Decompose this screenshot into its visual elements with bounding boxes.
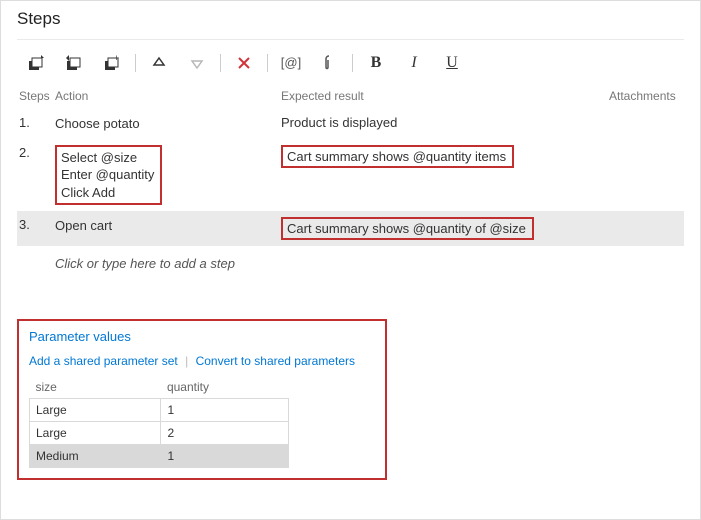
move-up-icon[interactable] [140, 47, 178, 79]
step-action[interactable]: Select @size Enter @quantity Click Add [55, 145, 281, 206]
insert-step-icon[interactable] [17, 47, 55, 79]
section-title: Steps [17, 9, 684, 29]
toolbar-separator [267, 54, 268, 72]
step-number: 3. [19, 217, 55, 232]
insert-parameter-icon[interactable]: [@] [272, 47, 310, 79]
param-cell-size[interactable]: Large [30, 399, 161, 422]
svg-text:+: + [114, 55, 119, 63]
param-cell-size[interactable]: Large [30, 422, 161, 445]
parameter-links: Add a shared parameter set | Convert to … [29, 354, 375, 368]
parameter-values-panel: Parameter values Add a shared parameter … [17, 319, 387, 480]
parameter-values-title: Parameter values [29, 329, 375, 344]
param-cell-size[interactable]: Medium [30, 445, 161, 468]
param-cell-quantity[interactable]: 1 [161, 445, 289, 468]
steps-toolbar: + [@] B I U [17, 39, 684, 79]
param-cell-quantity[interactable]: 1 [161, 399, 289, 422]
col-header-action: Action [55, 89, 281, 103]
param-col-size[interactable]: size [30, 376, 161, 399]
param-row[interactable]: Large 1 [30, 399, 289, 422]
col-header-steps: Steps [19, 89, 55, 103]
col-header-expected: Expected result [281, 89, 609, 103]
highlight-box: Cart summary shows @quantity of @size [281, 217, 534, 240]
step-action[interactable]: Open cart [55, 217, 281, 235]
col-header-attachments: Attachments [609, 89, 684, 103]
insert-shared-step-icon[interactable]: + [93, 47, 131, 79]
link-separator: | [185, 354, 188, 368]
step-action[interactable]: Choose potato [55, 115, 281, 133]
step-expected[interactable]: Cart summary shows @quantity of @size [281, 217, 609, 240]
insert-step-before-icon[interactable] [55, 47, 93, 79]
step-expected[interactable]: Product is displayed [281, 115, 609, 130]
bold-icon[interactable]: B [357, 47, 395, 79]
param-row[interactable]: Large 2 [30, 422, 289, 445]
step-row[interactable]: 3. Open cart Cart summary shows @quantit… [17, 211, 684, 246]
toolbar-separator [220, 54, 221, 72]
highlight-box: Select @size Enter @quantity Click Add [55, 145, 162, 206]
add-step-placeholder[interactable]: Click or type here to add a step [17, 246, 684, 271]
step-row[interactable]: 2. Select @size Enter @quantity Click Ad… [17, 139, 684, 212]
toolbar-separator [135, 54, 136, 72]
param-row[interactable]: Medium 1 [30, 445, 289, 468]
param-cell-quantity[interactable]: 2 [161, 422, 289, 445]
add-shared-param-link[interactable]: Add a shared parameter set [29, 354, 178, 368]
toolbar-separator [352, 54, 353, 72]
step-number: 2. [19, 145, 55, 160]
steps-grid-header: Steps Action Expected result Attachments [17, 79, 684, 109]
highlight-box: Cart summary shows @quantity items [281, 145, 514, 168]
param-col-quantity[interactable]: quantity [161, 376, 289, 399]
move-down-icon [178, 47, 216, 79]
step-number: 1. [19, 115, 55, 130]
italic-icon[interactable]: I [395, 47, 433, 79]
step-row[interactable]: 1. Choose potato Product is displayed [17, 109, 684, 139]
attach-icon[interactable] [310, 47, 348, 79]
step-expected[interactable]: Cart summary shows @quantity items [281, 145, 609, 168]
parameter-table: size quantity Large 1 Large 2 Medium 1 [29, 376, 289, 468]
convert-shared-param-link[interactable]: Convert to shared parameters [196, 354, 355, 368]
delete-step-icon[interactable] [225, 47, 263, 79]
underline-icon[interactable]: U [433, 47, 471, 79]
